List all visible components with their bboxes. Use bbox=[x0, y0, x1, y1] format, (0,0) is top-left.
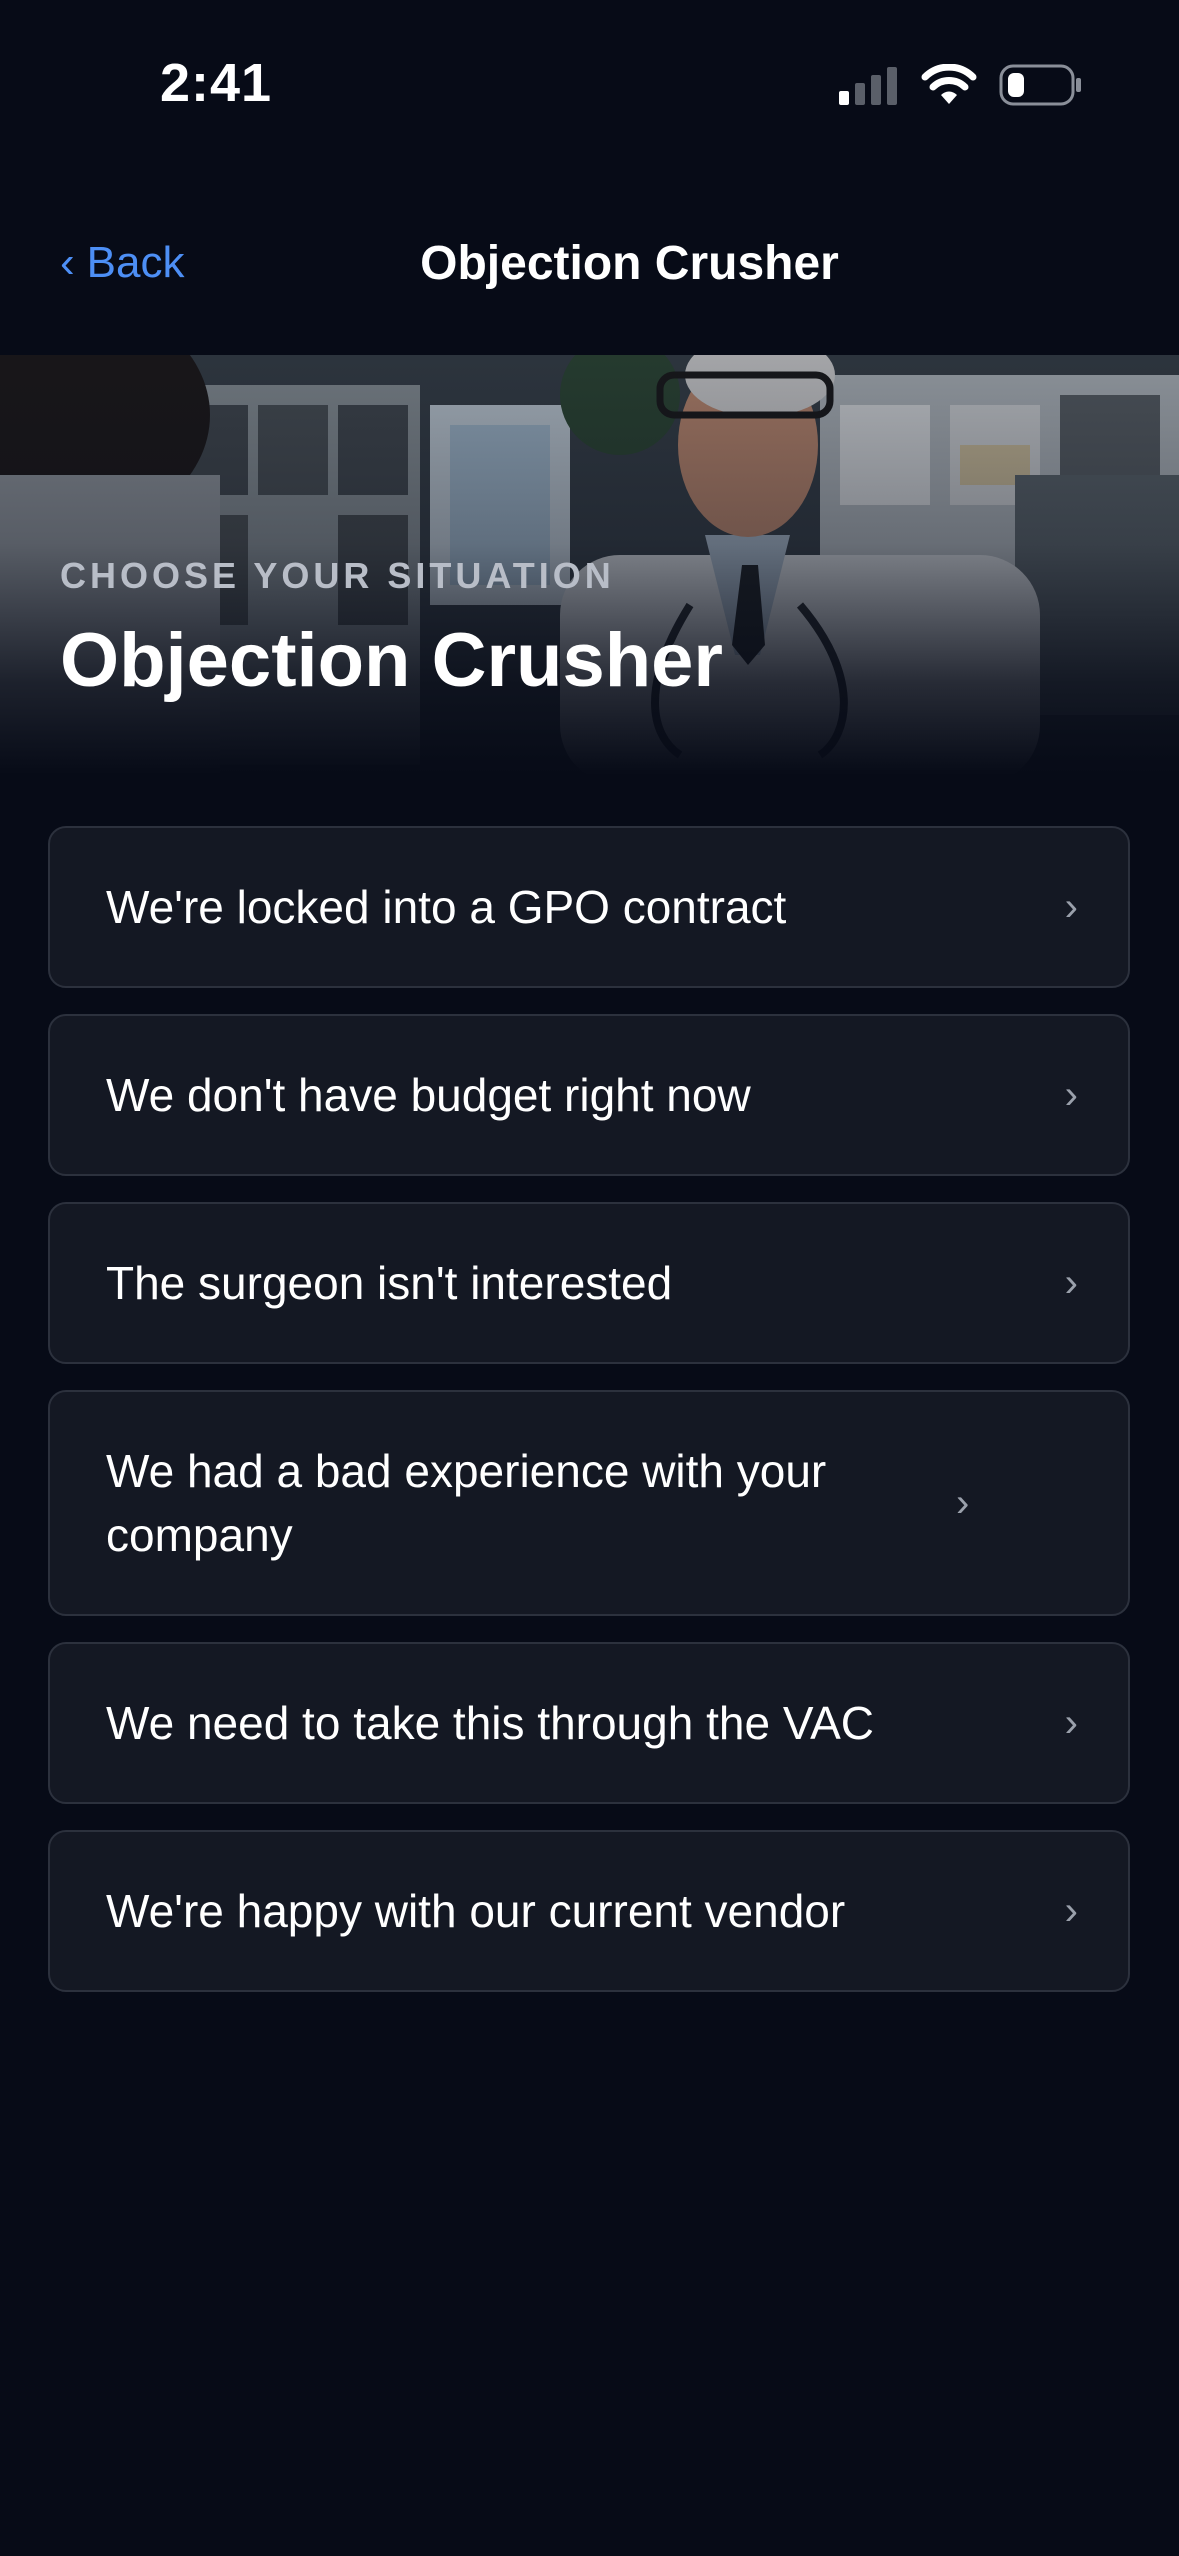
chevron-right-icon: › bbox=[1064, 1072, 1078, 1117]
status-icons bbox=[837, 62, 1083, 112]
status-bar: 2:41 bbox=[0, 0, 1179, 170]
option-label: We had a bad experience with your compan… bbox=[106, 1445, 827, 1561]
option-happy-with-vendor[interactable]: We're happy with our current vendor › bbox=[48, 1830, 1130, 1992]
option-label: We're locked into a GPO contract bbox=[106, 881, 787, 933]
option-no-budget[interactable]: We don't have budget right now › bbox=[48, 1014, 1130, 1176]
chevron-right-icon: › bbox=[1064, 1260, 1078, 1305]
option-surgeon-not-interested[interactable]: The surgeon isn't interested › bbox=[48, 1202, 1130, 1364]
status-time: 2:41 bbox=[160, 53, 273, 113]
option-label: We're happy with our current vendor bbox=[106, 1885, 846, 1937]
hero-banner: CHOOSE YOUR SITUATION Objection Crusher bbox=[0, 355, 1179, 775]
cellular-signal-icon bbox=[837, 65, 899, 110]
option-label: We don't have budget right now bbox=[106, 1069, 751, 1121]
navigation-bar: ‹ Back Objection Crusher bbox=[0, 170, 1179, 355]
chevron-right-icon: › bbox=[1064, 1700, 1078, 1745]
option-label: We need to take this through the VAC bbox=[106, 1697, 874, 1749]
option-bad-experience[interactable]: We had a bad experience with your compan… bbox=[48, 1390, 1130, 1616]
option-gpo-contract[interactable]: We're locked into a GPO contract › bbox=[48, 826, 1130, 988]
hero-title: Objection Crusher bbox=[60, 618, 723, 703]
nav-title: Objection Crusher bbox=[420, 237, 839, 290]
battery-icon bbox=[999, 64, 1083, 111]
situation-list: We're locked into a GPO contract › We do… bbox=[48, 826, 1130, 2018]
chevron-right-icon: › bbox=[1064, 1888, 1078, 1933]
option-vac-review[interactable]: We need to take this through the VAC › bbox=[48, 1642, 1130, 1804]
chevron-right-icon: › bbox=[956, 1480, 970, 1525]
hero-eyebrow: CHOOSE YOUR SITUATION bbox=[60, 555, 615, 596]
option-label: The surgeon isn't interested bbox=[106, 1257, 673, 1309]
chevron-right-icon: › bbox=[1064, 884, 1078, 929]
wifi-icon bbox=[921, 63, 977, 111]
